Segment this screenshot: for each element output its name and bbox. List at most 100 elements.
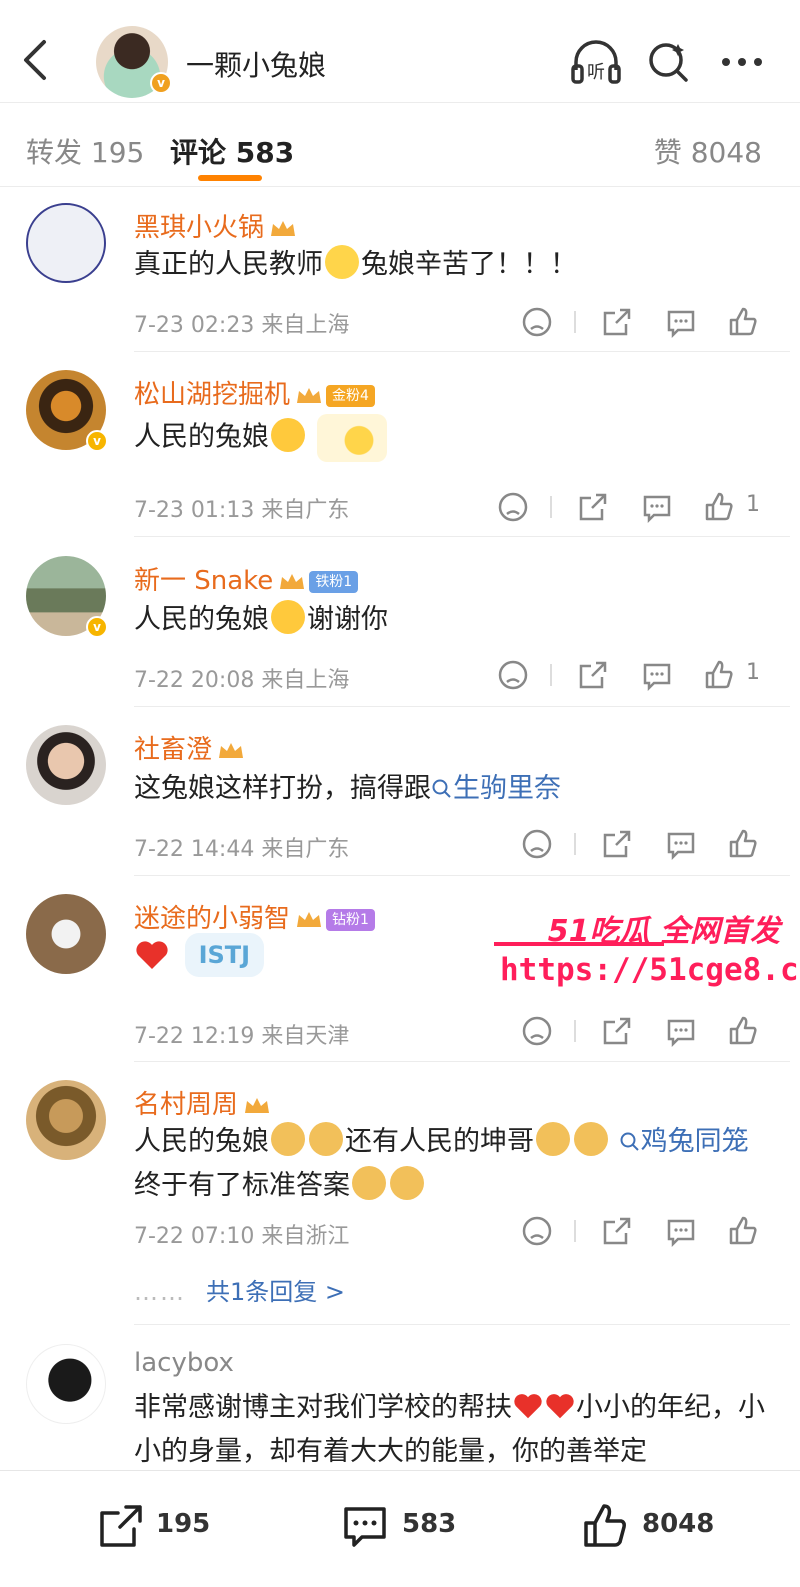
crying-emoji-icon: [325, 245, 359, 279]
back-arrow-icon[interactable]: [18, 38, 54, 82]
verified-badge-icon: v: [86, 616, 108, 638]
comment-count: 583: [402, 1509, 457, 1539]
author-avatar[interactable]: v: [96, 26, 172, 98]
heart-icon: [514, 1394, 542, 1419]
dislike-icon[interactable]: [520, 1014, 554, 1048]
doge-emoji-icon: [271, 1122, 305, 1156]
comment-text: 这兔娘这样打扮，搞得跟 生驹里奈: [134, 773, 561, 804]
vip-crown-icon: [280, 573, 305, 589]
dislike-icon[interactable]: [496, 490, 530, 524]
comment-meta: 7-22 07:10 来自浙江: [134, 1224, 350, 1249]
commenter-name[interactable]: 新一 Snake 铁粉1: [134, 560, 359, 597]
commenter-avatar[interactable]: v: [26, 370, 108, 452]
separator: [574, 1220, 576, 1242]
view-replies-link[interactable]: …… 共1条回复 >: [134, 1272, 345, 1307]
doge-emoji-icon: [574, 1122, 608, 1156]
vip-crown-icon: [297, 911, 322, 927]
reply-icon[interactable]: [640, 490, 674, 524]
comment-button[interactable]: 583: [340, 1501, 490, 1551]
commenter-avatar[interactable]: [26, 1344, 106, 1424]
like-icon[interactable]: [726, 1014, 760, 1048]
comment-meta: 7-22 14:44 来自广东: [134, 837, 350, 862]
like-icon[interactable]: [702, 490, 736, 524]
like-button[interactable]: 8048: [580, 1501, 750, 1551]
listen-icon[interactable]: 听: [570, 40, 622, 84]
tab-likes[interactable]: 赞 8048: [654, 131, 762, 171]
vip-crown-icon: [219, 742, 244, 758]
reply-icon[interactable]: [664, 1014, 698, 1048]
star-sticker-icon: [317, 414, 387, 462]
topic-link[interactable]: 鸡兔同笼: [619, 1126, 749, 1157]
search-icon: [620, 1132, 639, 1151]
vip-crown-icon: [271, 220, 296, 236]
tab-bar: 转发 195 评论 583 赞 8048: [0, 103, 800, 187]
top-bar: v 一颗小兔娘 听: [0, 0, 800, 103]
vip-crown-icon: [297, 387, 322, 403]
share-icon[interactable]: [600, 1014, 634, 1048]
doge-emoji-icon: [352, 1166, 386, 1200]
like-icon[interactable]: [702, 658, 736, 692]
dislike-icon[interactable]: [520, 305, 554, 339]
comment-divider: [134, 875, 790, 876]
tab-comments[interactable]: 评论 583: [170, 131, 294, 171]
like-count: 8048: [642, 1509, 715, 1539]
like-icon[interactable]: [726, 1214, 760, 1248]
commenter-name[interactable]: 名村周周: [134, 1084, 272, 1121]
like-icon[interactable]: [726, 305, 760, 339]
comment-text: 人民的兔娘: [134, 414, 770, 462]
share-icon[interactable]: [576, 490, 610, 524]
commenter-name[interactable]: lacybox: [134, 1348, 234, 1378]
like-icon[interactable]: [726, 827, 760, 861]
dislike-icon[interactable]: [520, 1214, 554, 1248]
topic-link[interactable]: 生驹里奈: [431, 773, 561, 804]
commenter-name[interactable]: 社畜澄: [134, 729, 246, 766]
more-icon[interactable]: [716, 40, 768, 84]
author-name[interactable]: 一颗小兔娘: [186, 44, 326, 84]
verified-badge-icon: v: [150, 72, 172, 94]
repost-button[interactable]: 195: [96, 1501, 246, 1551]
doge-emoji-icon: [309, 1122, 343, 1156]
tab-reposts[interactable]: 转发 195: [26, 131, 144, 171]
comment-divider: [134, 1324, 790, 1325]
commenter-name[interactable]: 松山湖挖掘机 金粉4: [134, 374, 375, 411]
reply-icon[interactable]: [664, 1214, 698, 1248]
heart-icon: [546, 1394, 574, 1419]
svg-text:听: 听: [587, 62, 605, 83]
commenter-avatar[interactable]: v: [26, 556, 108, 638]
commenter-name[interactable]: 黑琪小火锅: [134, 207, 298, 244]
fan-level-badge: 铁粉1: [309, 570, 359, 593]
reply-icon[interactable]: [664, 305, 698, 339]
commenter-name[interactable]: 迷途的小弱智 钻粉1: [134, 898, 375, 935]
fan-level-badge: 钻粉1: [326, 908, 375, 931]
dislike-icon[interactable]: [496, 658, 530, 692]
dislike-icon[interactable]: [520, 827, 554, 861]
share-icon[interactable]: [600, 305, 634, 339]
surprised-emoji-icon: [271, 417, 305, 452]
separator: [550, 496, 552, 518]
comment-text: 真正的人民教师 兔娘辛苦了！！！: [134, 243, 770, 287]
comment-divider: [134, 1061, 790, 1062]
comment-divider: [134, 351, 790, 352]
verified-badge-icon: v: [86, 430, 108, 452]
like-count: 1: [746, 660, 760, 685]
doge-emoji-icon: [390, 1166, 424, 1200]
separator: [574, 311, 576, 333]
vip-crown-icon: [245, 1097, 270, 1113]
commenter-avatar[interactable]: [26, 1080, 106, 1160]
comment-text: 人民的兔娘 还有人民的坤哥 鸡兔同笼终于有了标准答案: [134, 1120, 770, 1208]
share-icon[interactable]: [600, 827, 634, 861]
reply-icon[interactable]: [640, 658, 674, 692]
commenter-avatar[interactable]: [26, 725, 106, 805]
share-icon[interactable]: [600, 1214, 634, 1248]
search-icon: [432, 779, 451, 798]
comment-meta: 7-23 02:23 来自上海: [134, 313, 350, 338]
like-icon: [584, 1504, 626, 1547]
commenter-avatar[interactable]: [26, 894, 106, 974]
comment-meta: 7-22 20:08 来自上海: [134, 668, 350, 693]
heart-icon: [136, 940, 168, 969]
reply-icon[interactable]: [664, 827, 698, 861]
commenter-avatar[interactable]: [26, 203, 106, 283]
share-icon[interactable]: [576, 658, 610, 692]
watermark-url: https://51cge8.com: [500, 952, 800, 988]
search-icon[interactable]: [644, 40, 696, 84]
